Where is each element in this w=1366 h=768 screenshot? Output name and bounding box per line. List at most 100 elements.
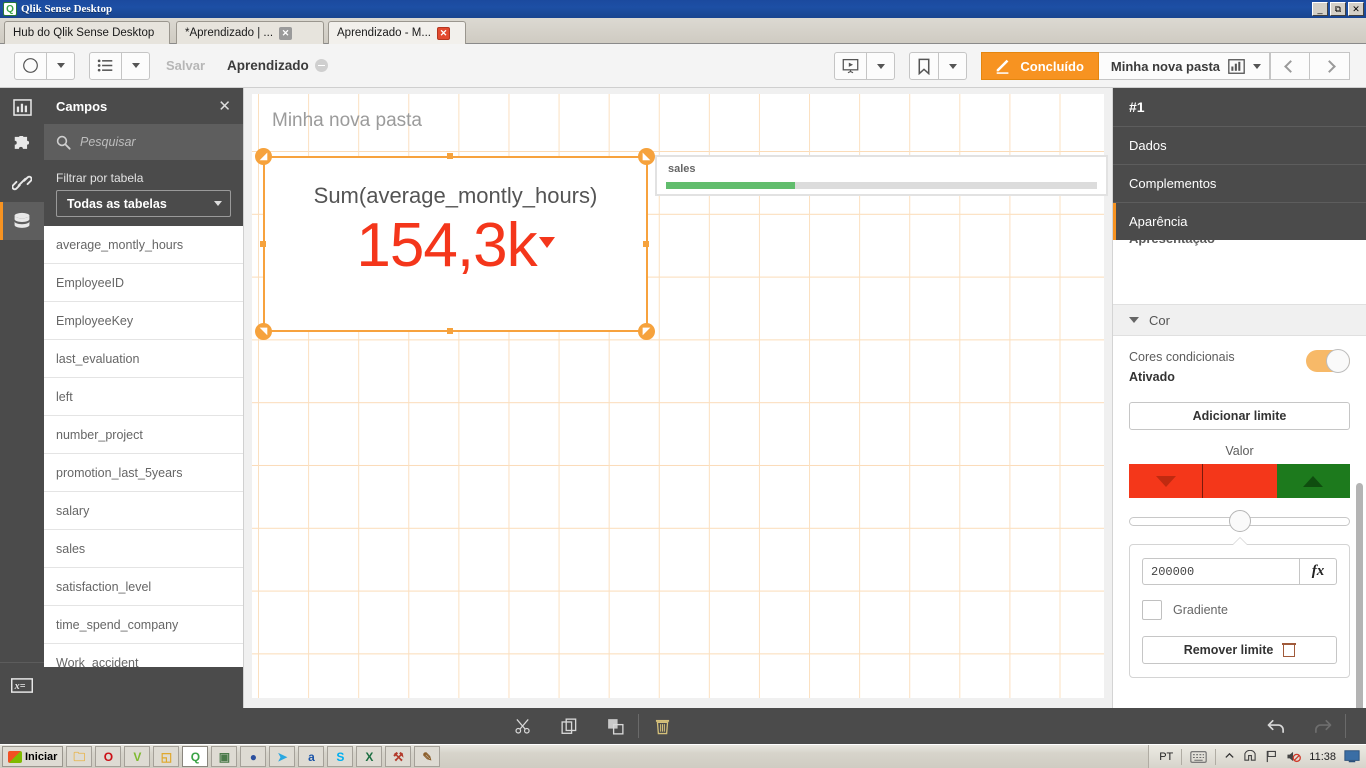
gradient-checkbox[interactable] (1142, 600, 1162, 620)
prev-sheet-button[interactable] (1270, 52, 1310, 80)
tab-close-icon[interactable]: ✕ (279, 26, 293, 40)
table-filter-select[interactable]: Todas as tabelas (56, 190, 231, 217)
resize-handle-right[interactable] (643, 241, 649, 247)
list-item[interactable]: EmployeeID (44, 264, 243, 302)
resize-handle-bottom[interactable] (447, 328, 453, 334)
network-icon[interactable] (1243, 750, 1257, 763)
list-item[interactable]: last_evaluation (44, 340, 243, 378)
accordion-complementos[interactable]: Complementos (1113, 164, 1366, 202)
slider-knob[interactable] (1228, 510, 1251, 532)
field-list[interactable]: average_montly_hours EmployeeID Employee… (44, 226, 243, 667)
properties-scrollbar[interactable] (1356, 483, 1363, 708)
resize-handle-top-left[interactable]: ◢ (255, 148, 272, 165)
remove-limit-button[interactable]: Remover limite (1142, 636, 1337, 664)
menu-dots-icon[interactable] (314, 59, 328, 72)
tab-aprendizado-data[interactable]: *Aprendizado | ... ✕ (176, 21, 324, 44)
tab-hub[interactable]: Hub do Qlik Sense Desktop (4, 21, 170, 44)
close-icon[interactable]: ✕ (218, 97, 231, 115)
next-sheet-button[interactable] (1310, 52, 1350, 80)
conditional-colors-toggle[interactable] (1306, 349, 1350, 373)
start-button[interactable]: Iniciar (2, 746, 64, 767)
sheet-grid[interactable]: Minha nova pasta Sum(average_montly_hour… (252, 94, 1108, 698)
list-item[interactable]: average_montly_hours (44, 226, 243, 264)
volume-muted-icon[interactable] (1286, 750, 1302, 763)
list-item[interactable]: Work_accident (44, 644, 243, 667)
rail-item-objetos-personalizados[interactable] (0, 126, 44, 164)
sales-bar-object[interactable]: sales (655, 155, 1108, 196)
kpi-object[interactable]: Sum(average_montly_hours) 154,3k (263, 156, 648, 332)
rail-item-editor-expressao[interactable]: x= (0, 662, 44, 708)
add-limit-button[interactable]: Adicionar limite (1129, 402, 1350, 430)
accordion-aparencia[interactable]: Aparência (1113, 202, 1366, 240)
chevron-down-icon[interactable] (1253, 63, 1261, 69)
redo-button[interactable] (1299, 708, 1345, 744)
rail-item-graficos[interactable] (0, 88, 44, 126)
section-header-cor[interactable]: Cor (1113, 304, 1366, 336)
taskbar-app-skype[interactable]: S (327, 746, 354, 767)
resize-handle-top[interactable] (447, 153, 453, 159)
taskbar-app-vuze[interactable]: V (124, 746, 151, 767)
taskbar-app-monitor[interactable]: ▣ (211, 746, 238, 767)
maximize-button[interactable]: ⧉ (1330, 2, 1346, 16)
undo-button[interactable] (1253, 708, 1299, 744)
list-item[interactable]: salary (44, 492, 243, 530)
present-dropdown-button[interactable] (867, 52, 896, 80)
presentation-icon[interactable] (834, 52, 868, 80)
save-button[interactable]: Salvar (166, 58, 205, 73)
rail-item-itens-mestre[interactable] (0, 164, 44, 202)
copy-button[interactable] (546, 708, 592, 744)
paste-button[interactable] (592, 708, 638, 744)
resize-handle-bottom-right[interactable]: ◤ (638, 323, 655, 340)
taskbar-app-qlik-sense[interactable]: Q (182, 746, 209, 767)
accordion-dados[interactable]: Dados (1113, 126, 1366, 164)
list-item[interactable]: promotion_last_5years (44, 454, 243, 492)
swatch-high[interactable] (1276, 464, 1350, 498)
done-button[interactable]: Concluído (981, 52, 1099, 80)
list-item[interactable]: left (44, 378, 243, 416)
taskbar-app-telegram[interactable]: ➤ (269, 746, 296, 767)
chevron-up-icon[interactable] (1224, 751, 1235, 762)
keyboard-icon[interactable] (1190, 750, 1207, 763)
taskbar-app-paint[interactable]: ✎ (414, 746, 441, 767)
list-item[interactable]: number_project (44, 416, 243, 454)
flag-icon[interactable] (1265, 750, 1278, 763)
list-icon[interactable] (89, 51, 122, 80)
compass-icon[interactable] (14, 51, 47, 80)
limit-value-input[interactable] (1142, 558, 1299, 585)
navigation-dropdown-button[interactable] (47, 51, 75, 80)
tray-language[interactable]: PT (1159, 751, 1173, 763)
minimize-button[interactable]: _ (1312, 2, 1328, 16)
tab-close-icon[interactable]: ✕ (436, 26, 450, 40)
cut-button[interactable] (500, 708, 546, 744)
list-item[interactable]: EmployeeKey (44, 302, 243, 340)
swatch-low[interactable] (1129, 464, 1203, 498)
resize-handle-bottom-left[interactable]: ◥ (255, 323, 272, 340)
taskbar-app-security[interactable]: ● (240, 746, 267, 767)
expression-editor-button[interactable]: fx (1299, 558, 1337, 585)
taskbar-app-toolbox[interactable]: ⚒ (385, 746, 412, 767)
rail-item-campos[interactable] (0, 202, 44, 240)
clock[interactable]: 11:38 (1309, 751, 1336, 763)
delete-button[interactable] (639, 708, 685, 744)
limit-slider[interactable] (1129, 510, 1350, 532)
taskbar-app-folders[interactable]: ◱ (153, 746, 180, 767)
resize-handle-left[interactable] (260, 241, 266, 247)
taskbar-app-excel[interactable]: X (356, 746, 383, 767)
taskbar-app-anydesk[interactable]: a (298, 746, 325, 767)
list-item[interactable]: sales (44, 530, 243, 568)
close-button[interactable]: ✕ (1348, 2, 1364, 16)
tab-aprendizado-sheet[interactable]: Aprendizado - M... ✕ (328, 21, 466, 44)
taskbar-app-explorer[interactable]: 🗀 (66, 746, 93, 767)
resize-handle-top-right[interactable]: ◣ (638, 148, 655, 165)
list-item[interactable]: time_spend_company (44, 606, 243, 644)
accordion-label: Dados (1129, 138, 1167, 153)
bookmark-dropdown-button[interactable] (939, 52, 968, 80)
search-input[interactable]: Pesquisar (44, 124, 243, 160)
monitor-icon[interactable] (1344, 750, 1360, 763)
list-item[interactable]: satisfaction_level (44, 568, 243, 606)
sheet-selector-button[interactable]: Minha nova pasta (1098, 52, 1270, 80)
sheets-dropdown-button[interactable] (122, 51, 150, 80)
taskbar-app-opera[interactable]: O (95, 746, 122, 767)
bookmark-icon[interactable] (909, 52, 940, 80)
swatch-mid[interactable] (1202, 464, 1277, 498)
